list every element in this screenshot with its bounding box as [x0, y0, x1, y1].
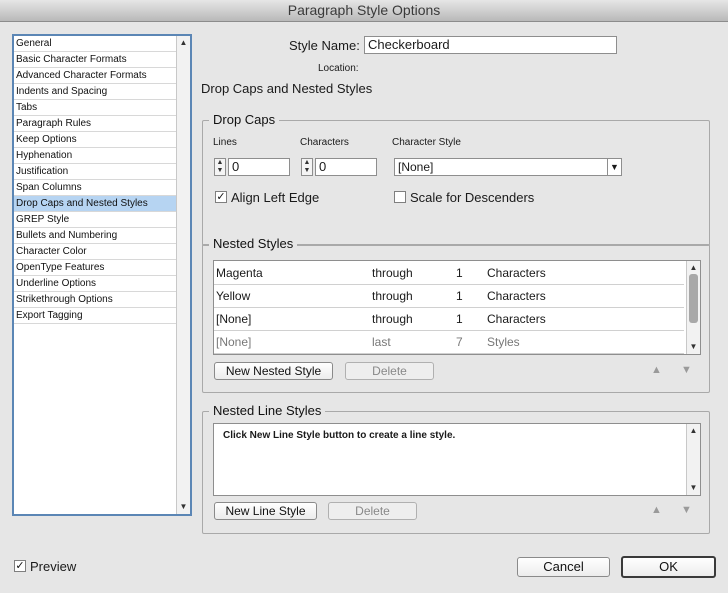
align-left-edge-label: Align Left Edge — [231, 190, 320, 205]
scroll-up-icon[interactable]: ▲ — [177, 37, 190, 49]
window-title-bar: Paragraph Style Options — [0, 0, 728, 22]
nested-style-mode[interactable]: through — [372, 308, 413, 330]
character-style-select[interactable]: [None] ▼ — [394, 158, 622, 176]
check-icon: ✓ — [15, 560, 25, 572]
scroll-up-icon[interactable]: ▲ — [687, 262, 700, 274]
nested-style-unit[interactable]: Styles — [487, 331, 520, 353]
line-styles-scrollbar[interactable]: ▲ ▼ — [686, 424, 700, 495]
align-left-edge-checkbox[interactable]: ✓ — [215, 191, 227, 203]
check-icon: ✓ — [216, 191, 226, 203]
nested-style-count[interactable]: 1 — [456, 285, 463, 307]
nested-style-row[interactable]: [None] last 7 Styles — [214, 331, 684, 354]
sidebar-item-opentype-features[interactable]: OpenType Features — [14, 260, 178, 276]
scale-descenders-checkbox[interactable] — [394, 191, 406, 203]
nested-line-styles-group: Nested Line Styles Click New Line Style … — [202, 403, 710, 534]
nested-styles-scrollbar[interactable]: ▲ ▼ — [686, 261, 700, 354]
sidebar-item-hyphenation[interactable]: Hyphenation — [14, 148, 178, 164]
delete-nested-style-button[interactable]: Delete — [345, 362, 434, 380]
sidebar-item-drop-caps-and-nested-styles[interactable]: Drop Caps and Nested Styles — [14, 196, 178, 212]
delete-line-style-button[interactable]: Delete — [328, 502, 417, 520]
nested-line-styles-list[interactable]: Click New Line Style button to create a … — [213, 423, 701, 496]
scroll-down-icon[interactable]: ▼ — [687, 341, 700, 353]
sidebar-item-tabs[interactable]: Tabs — [14, 100, 178, 116]
preview-label: Preview — [30, 559, 77, 574]
character-style-value: [None] — [398, 160, 434, 174]
scroll-down-icon[interactable]: ▼ — [687, 482, 700, 494]
drop-caps-group: Drop Caps Lines ▲ ▼ 0 Characters ▲ ▼ 0 Cha… — [202, 112, 710, 246]
chevron-down-icon: ▼ — [607, 159, 621, 175]
nested-style-mode[interactable]: last — [372, 331, 391, 353]
category-list[interactable]: General Basic Character Formats Advanced C… — [12, 34, 192, 516]
nested-style-style[interactable]: Yellow — [216, 285, 250, 307]
new-nested-style-button[interactable]: New Nested Style — [214, 362, 333, 380]
sidebar-item-paragraph-rules[interactable]: Paragraph Rules — [14, 116, 178, 132]
sidebar-item-strikethrough-options[interactable]: Strikethrough Options — [14, 292, 178, 308]
lines-input[interactable]: 0 — [228, 158, 290, 176]
scroll-up-icon[interactable]: ▲ — [687, 425, 700, 437]
sidebar-item-justification[interactable]: Justification — [14, 164, 178, 180]
sidebar-item-basic-character-formats[interactable]: Basic Character Formats — [14, 52, 178, 68]
category-scrollbar[interactable]: ▲ ▼ — [176, 36, 190, 514]
dialog-body: General Basic Character Formats Advanced C… — [0, 22, 728, 593]
lines-stepper[interactable]: ▲ ▼ — [214, 158, 226, 176]
nested-style-style[interactable]: [None] — [216, 308, 251, 330]
move-down-icon[interactable]: ▼ — [681, 364, 692, 376]
nested-style-count[interactable]: 7 — [456, 331, 463, 353]
character-style-label: Character Style — [392, 137, 461, 148]
style-name-input[interactable]: Checkerboard — [364, 36, 617, 54]
scroll-down-icon[interactable]: ▼ — [177, 501, 190, 513]
nested-style-row[interactable]: Yellow through 1 Characters — [214, 285, 684, 308]
nested-styles-list[interactable]: Magenta through 1 Characters Yellow through 1 C… — [213, 260, 701, 355]
category-items: General Basic Character Formats Advanced C… — [14, 36, 178, 324]
characters-stepper[interactable]: ▲ ▼ — [301, 158, 313, 176]
nested-line-styles-title: Nested Line Styles — [209, 403, 326, 418]
cancel-button[interactable]: Cancel — [517, 557, 610, 577]
lines-label: Lines — [213, 137, 237, 148]
sidebar-item-keep-options[interactable]: Keep Options — [14, 132, 178, 148]
move-down-icon[interactable]: ▼ — [681, 504, 692, 516]
nested-style-style[interactable]: Magenta — [216, 262, 263, 284]
sidebar-item-export-tagging[interactable]: Export Tagging — [14, 308, 178, 324]
nested-style-mode[interactable]: through — [372, 285, 413, 307]
nested-style-unit[interactable]: Characters — [487, 285, 546, 307]
sidebar-item-general[interactable]: General — [14, 36, 178, 52]
nested-style-count[interactable]: 1 — [456, 308, 463, 330]
nested-style-unit[interactable]: Characters — [487, 262, 546, 284]
scroll-thumb[interactable] — [689, 274, 698, 323]
nested-style-unit[interactable]: Characters — [487, 308, 546, 330]
move-up-icon[interactable]: ▲ — [651, 364, 662, 376]
sidebar-item-indents-and-spacing[interactable]: Indents and Spacing — [14, 84, 178, 100]
line-style-hint: Click New Line Style button to create a … — [223, 430, 456, 441]
nested-style-count[interactable]: 1 — [456, 262, 463, 284]
nested-style-style[interactable]: [None] — [216, 331, 251, 353]
nested-style-row[interactable]: Magenta through 1 Characters — [214, 262, 684, 285]
sidebar-item-advanced-character-formats[interactable]: Advanced Character Formats — [14, 68, 178, 84]
nested-styles-group: Nested Styles Magenta through 1 Characters Y… — [202, 236, 710, 393]
section-title: Drop Caps and Nested Styles — [201, 81, 373, 96]
ok-button[interactable]: OK — [621, 556, 716, 578]
nested-style-row[interactable]: [None] through 1 Characters — [214, 308, 684, 331]
nested-style-mode[interactable]: through — [372, 262, 413, 284]
sidebar-item-grep-style[interactable]: GREP Style — [14, 212, 178, 228]
sidebar-item-underline-options[interactable]: Underline Options — [14, 276, 178, 292]
style-name-label: Style Name: — [289, 38, 360, 53]
scale-descenders-label: Scale for Descenders — [410, 190, 535, 205]
location-label: Location: — [318, 63, 359, 74]
characters-input[interactable]: 0 — [315, 158, 377, 176]
sidebar-item-span-columns[interactable]: Span Columns — [14, 180, 178, 196]
drop-caps-title: Drop Caps — [209, 112, 280, 127]
sidebar-item-bullets-and-numbering[interactable]: Bullets and Numbering — [14, 228, 178, 244]
nested-styles-title: Nested Styles — [209, 236, 298, 251]
move-up-icon[interactable]: ▲ — [651, 504, 662, 516]
window-title: Paragraph Style Options — [287, 2, 441, 18]
sidebar-item-character-color[interactable]: Character Color — [14, 244, 178, 260]
characters-label: Characters — [300, 137, 349, 148]
new-line-style-button[interactable]: New Line Style — [214, 502, 317, 520]
preview-checkbox[interactable]: ✓ — [14, 560, 26, 572]
